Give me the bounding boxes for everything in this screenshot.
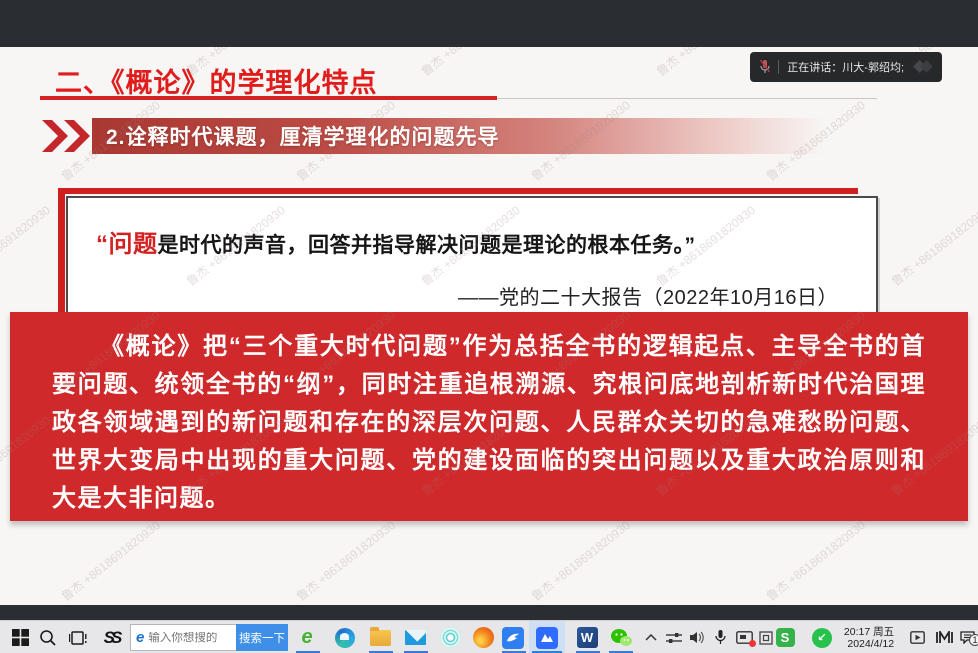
quote-attribution: ——党的二十大报告（2022年10月16日） [68,281,838,310]
search-input[interactable] [144,632,236,644]
taskbar-clock[interactable]: 20:17 周五 2024/4/12 [836,621,902,653]
m-app-tray-icon[interactable] [931,621,957,653]
clock-date: 2024/4/12 [844,638,894,650]
active-speaker-indicator[interactable]: 正在讲话：川大-郭绍均; [750,52,942,82]
watermark-text: 鲁杰 +8618691820930 [888,202,978,290]
blue-bird-app-icon[interactable] [498,621,528,653]
microphone-muted-icon [759,59,771,75]
microphone-tray-icon[interactable] [709,621,731,653]
title-underline-extension [497,98,877,99]
edge-browser-icon[interactable] [330,621,360,653]
watermark-text: 鲁杰 +8618691820930 [0,202,54,290]
letterbox-top-bar [0,0,978,47]
notification-count-badge: 1 [969,634,978,646]
watermark-text: 鲁杰 +8618691820930 [293,517,399,605]
watermark-text: 鲁杰 +8618691820930 [528,517,634,605]
word-app-icon[interactable]: W [572,621,602,653]
green-browser-icon[interactable]: e [292,621,322,653]
quote-highlight: “问题 [96,231,158,258]
slide-title: 二、《概论》的学理化特点 [55,61,378,100]
watermark-text: 鲁杰 +8618691820930 [58,517,164,605]
meeting-app-logo-icon [912,59,934,75]
quote-accent-top [58,188,858,194]
section-banner-text: 2.诠释时代课题，厘清学理化的问题先导 [92,121,500,151]
ie-icon: e [131,629,144,646]
pinwheel-app-icon[interactable]: SS [96,621,126,653]
search-icon[interactable] [34,621,62,653]
mail-icon[interactable] [400,621,430,653]
double-chevron-icon [40,118,92,154]
sliders-tray-icon[interactable] [662,621,686,653]
divider [778,60,779,74]
speaker-label: 正在讲话：川大-郭绍均; [787,59,904,75]
green-circle-tray-icon[interactable]: ↙ [808,621,836,653]
taskbar-search-box[interactable]: e 搜索一下 [130,624,288,651]
watermark-text: 鲁杰 +8618691820930 [418,47,524,79]
quote-body: 是时代的声音，回答并指导解决问题是理论的根本任务。” [158,234,696,257]
watermark-text: 鲁杰 +8618691820930 [0,47,54,79]
watermark-text: 鲁杰 +8618691820930 [763,517,869,605]
search-go-button[interactable]: 搜索一下 [236,624,288,651]
volume-tray-icon[interactable] [686,621,710,653]
quote-accent-left [58,188,65,327]
wechat-icon[interactable] [604,621,638,653]
task-view-icon[interactable] [64,621,92,653]
screen: 鲁杰 +8618691820930 鲁杰 +8618691820930 鲁杰 +86… [0,0,978,653]
tray-expand-chevron-icon[interactable] [640,621,662,653]
clock-weekday: 周五 [873,626,894,638]
main-paragraph-box: 《概论》把“三个重大时代问题”作为总括全书的逻辑起点、主导全书的首要问题、统领全… [10,312,968,521]
letterbox-bottom-bar [0,605,978,620]
firefox-browser-icon[interactable] [468,621,498,653]
meeting-app-icon[interactable] [532,621,562,653]
title-underline [40,96,497,100]
windows-taskbar: SS e 搜索一下 e [0,620,978,653]
clock-time: 20:17 [844,626,870,638]
start-button[interactable] [6,621,34,653]
watermark-text: 鲁杰 +8618691820930 [653,47,759,79]
presentation-slide: 鲁杰 +8618691820930 鲁杰 +8618691820930 鲁杰 +86… [0,47,978,605]
sogou-input-tray-icon[interactable]: S [772,621,798,653]
quote-text: “问题是时代的声音，回答并指导解决问题是理论的根本任务。” [96,224,876,259]
screen-share-tray-icon[interactable] [731,621,757,653]
section-banner: 2.诠释时代课题，厘清学理化的问题先导 [92,118,880,154]
file-explorer-icon[interactable] [365,621,395,653]
main-paragraph-text: 《概论》把“三个重大时代问题”作为总括全书的逻辑起点、主导全书的首要问题、统领全… [52,328,926,518]
video-player-tray-icon[interactable] [905,621,929,653]
action-center-icon[interactable]: 1 [957,621,978,653]
teal-rings-app-icon[interactable] [435,621,465,653]
